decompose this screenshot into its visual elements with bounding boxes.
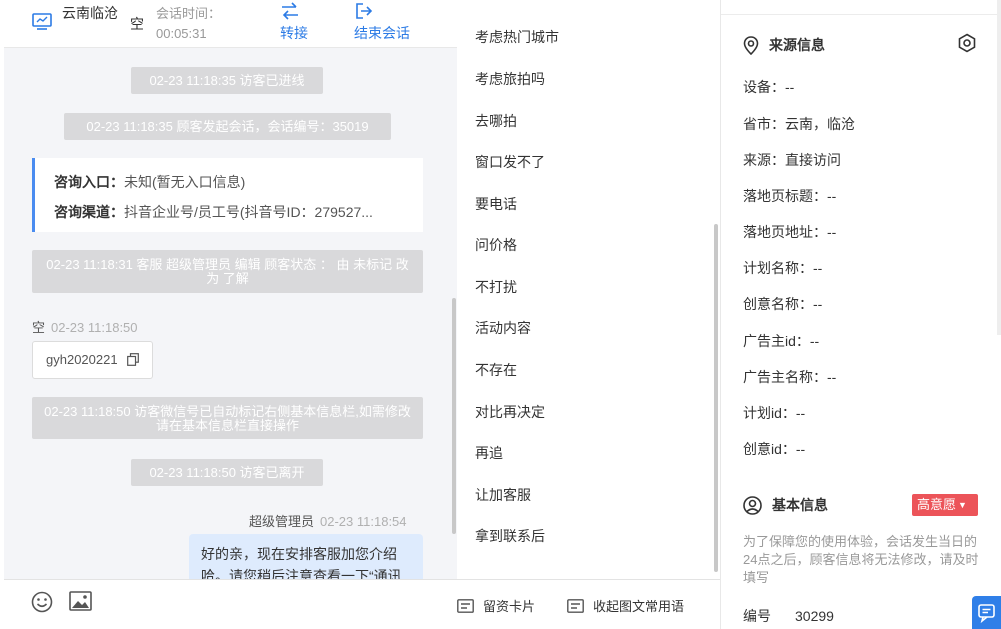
visitor-message-time: 02-23 11:18:50 (51, 320, 138, 335)
quick-replies-scrollbar[interactable] (714, 224, 718, 572)
copy-icon[interactable] (127, 353, 139, 366)
image-icon[interactable] (69, 591, 92, 611)
field-province: 省市：云南，临沧 (743, 116, 855, 132)
inquiry-channel-value: 抖音企业号/员工号(抖音号ID：279527... (124, 204, 373, 220)
visitor-wechat-text: gyh2020221 (46, 352, 118, 367)
intent-level-dropdown[interactable]: 高意愿 ▼ (912, 494, 978, 516)
visitor-nickname: 空 (130, 16, 144, 32)
system-message: 02-23 11:18:50 访客已离开 (131, 459, 323, 486)
quick-reply-item[interactable]: 活动内容 (475, 318, 531, 338)
session-time-label: 会话时间： (156, 6, 222, 21)
location-pin-icon (743, 35, 759, 55)
quick-reply-item[interactable]: 拿到联系后 (475, 526, 545, 546)
info-panel-scroll-edge (997, 0, 1001, 335)
transfer-icon (282, 2, 298, 20)
quick-reply-item[interactable]: 去哪拍 (475, 111, 517, 131)
inquiry-channel-row: 咨询渠道：抖音企业号/员工号(抖音号ID：279527... (54, 202, 404, 222)
end-session-label: 结束会话 (354, 25, 410, 41)
chat-bubble-icon (978, 604, 995, 624)
caret-down-icon: ▼ (958, 500, 967, 510)
chat-panel: 云南临沧 空 会话时间： 00:05:31 转接 结束会话 02-23 11:1… (4, 0, 457, 629)
visitor-sender-name: 空 (32, 320, 46, 335)
quick-reply-item[interactable]: 不打扰 (475, 277, 517, 297)
quick-reply-item[interactable]: 再追 (475, 443, 503, 463)
quick-replies-panel: 考虑热门城市 考虑旅拍吗 去哪拍 窗口发不了 要电话 问价格 不打扰 活动内容 … (457, 0, 720, 579)
inquiry-entry-value: 未知(暂无入口信息) (124, 174, 246, 190)
agent-message-time: 02-23 11:18:54 (320, 514, 407, 529)
basic-info-header: 基本信息 (743, 495, 828, 515)
visitor-id-row: 编号 30299 (743, 606, 834, 626)
message-icon (567, 598, 584, 613)
lead-card-button[interactable]: 留资卡片 (457, 596, 535, 615)
smiley-icon[interactable] (31, 591, 53, 613)
basic-info-title: 基本信息 (772, 497, 828, 513)
field-plan-id: 计划id：-- (743, 405, 806, 421)
transfer-label: 转接 (280, 25, 308, 41)
card-icon (457, 598, 474, 613)
collapse-phrases-button[interactable]: 收起图文常用语 (567, 596, 684, 615)
lead-card-label: 留资卡片 (483, 599, 536, 614)
chat-toolbar (4, 579, 457, 629)
collapse-phrases-label: 收起图文常用语 (593, 599, 685, 614)
visitor-info-panel: 来源信息 设备：-- 省市：云南，临沧 来源：直接访问 落地页标题：-- 落地页… (721, 0, 1001, 629)
settings-icon[interactable] (957, 33, 977, 53)
visitor-location-name: 云南临沧 (62, 5, 118, 21)
system-message: 02-23 11:18:35 访客已进线 (131, 67, 323, 94)
user-circle-icon (743, 495, 762, 515)
monitor-icon (32, 13, 52, 30)
session-time-value: 00:05:31 (156, 26, 207, 41)
chat-header: 云南临沧 空 会话时间： 00:05:31 转接 结束会话 (4, 0, 457, 48)
quick-reply-item[interactable]: 考虑旅拍吗 (475, 69, 545, 89)
source-info-header: 来源信息 (743, 35, 825, 55)
end-session-button[interactable]: 结束会话 (354, 2, 410, 43)
quick-reply-item[interactable]: 对比再决定 (475, 402, 545, 422)
customer-service-button[interactable] (972, 596, 1001, 629)
quick-reply-item[interactable]: 考虑热门城市 (475, 27, 559, 47)
system-message: 02-23 11:18:35 顾客发起会话，会话编号：35019 (64, 113, 391, 140)
field-plan-name: 计划名称：-- (743, 260, 823, 276)
quick-reply-item[interactable]: 问价格 (475, 235, 517, 255)
quick-replies-toolbar: 留资卡片 收起图文常用语 (457, 579, 720, 629)
agent-sender-name: 超级管理员 (249, 514, 315, 529)
inquiry-info-card: 咨询入口：未知(暂无入口信息) 咨询渠道：抖音企业号/员工号(抖音号ID：279… (32, 158, 423, 232)
inquiry-entry-key: 咨询入口： (54, 174, 124, 190)
quick-reply-item[interactable]: 要电话 (475, 194, 517, 214)
agent-message-bubble: 好的亲，现在安排客服加您介绍哈。请您稍后注意查看一下“通讯 (189, 534, 423, 579)
logout-icon (356, 3, 373, 19)
quick-reply-item[interactable]: 窗口发不了 (475, 152, 545, 172)
field-landing-url: 落地页地址：-- (743, 224, 837, 240)
field-landing-title: 落地页标题：-- (743, 188, 837, 204)
edit-deadline-notice: 为了保障您的使用体验，会话发生当日的24点之后，顾客信息将无法修改，请及时填写 (743, 534, 979, 585)
field-advertiser-name: 广告主名称：-- (743, 369, 837, 385)
inquiry-entry-row: 咨询入口：未知(暂无入口信息) (54, 172, 404, 192)
visitor-message-meta: 空 02-23 11:18:50 (32, 317, 138, 336)
source-info-title: 来源信息 (769, 37, 825, 53)
system-message: 02-23 11:18:31 客服 超级管理员 编辑 顾客状态 ： 由 未标记 … (32, 250, 423, 293)
info-top-divider (721, 14, 1001, 15)
quick-reply-item[interactable]: 让加客服 (475, 485, 531, 505)
chat-scrollbar[interactable] (452, 298, 456, 534)
field-creative-id: 创意id：-- (743, 441, 806, 457)
field-advertiser-id: 广告主id：-- (743, 333, 820, 349)
field-creative-name: 创意名称：-- (743, 296, 823, 312)
transfer-button[interactable]: 转接 (280, 2, 308, 43)
system-message: 02-23 11:18:50 访客微信号已自动标记右侧基本信息栏,如需修改请在基… (32, 397, 423, 439)
visitor-id-label: 编号 (743, 608, 771, 624)
live-chat-workspace: 云南临沧 空 会话时间： 00:05:31 转接 结束会话 02-23 11:1… (0, 0, 1001, 629)
agent-message-meta: 超级管理员 02-23 11:18:54 (249, 511, 407, 530)
visitor-id-value: 30299 (795, 608, 834, 624)
intent-level-label: 高意愿 (917, 497, 957, 512)
quick-reply-item[interactable]: 不存在 (475, 360, 517, 380)
visitor-wechat-bubble[interactable]: gyh2020221 (32, 341, 153, 379)
field-source: 来源：直接访问 (743, 152, 841, 168)
field-device: 设备：-- (743, 79, 795, 95)
inquiry-channel-key: 咨询渠道： (54, 204, 124, 220)
